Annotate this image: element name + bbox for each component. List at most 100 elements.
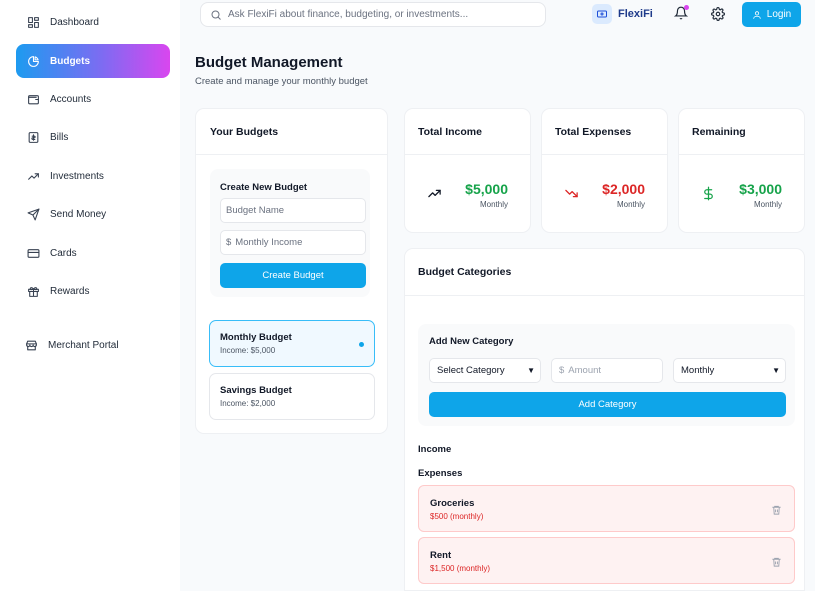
trash-icon[interactable] — [771, 503, 782, 515]
dollar-icon: $ — [226, 237, 232, 248]
selected-indicator — [359, 342, 364, 347]
sidebar-item-bills[interactable]: Bills — [16, 120, 170, 154]
brand-logo-icon — [592, 4, 612, 24]
frequency-select[interactable]: Monthly ▼ — [673, 358, 786, 383]
add-category-form: Add New Category Select Category ▼ $ Amo… — [418, 324, 795, 426]
monthly-income-placeholder: Monthly Income — [235, 237, 303, 248]
category-select-value: Select Category — [437, 365, 505, 376]
amount-placeholder: Amount — [568, 365, 602, 376]
total-expenses-card: Total Expenses $2,000 Monthly — [541, 108, 668, 233]
login-label: Login — [766, 9, 792, 20]
stat-title: Remaining — [692, 126, 746, 138]
sidebar-item-cards[interactable]: Cards — [16, 236, 170, 270]
search-bar[interactable] — [200, 2, 546, 27]
trending-down-icon — [564, 186, 580, 202]
credit-card-icon — [26, 246, 40, 260]
budget-item-income: Income: $2,000 — [220, 399, 276, 408]
sidebar-item-label: Send Money — [50, 208, 107, 220]
monthly-income-input[interactable]: $ Monthly Income — [220, 230, 366, 255]
divider — [405, 154, 530, 155]
your-budgets-card: Your Budgets Create New Budget Budget Na… — [195, 108, 388, 434]
dashboard-icon — [26, 15, 40, 29]
user-icon — [753, 10, 761, 19]
add-category-title: Add New Category — [429, 336, 514, 347]
settings-button[interactable] — [711, 7, 726, 22]
remaining-card: Remaining $3,000 Monthly — [678, 108, 805, 233]
create-budget-title: Create New Budget — [220, 182, 308, 193]
chevron-down-icon: ▼ — [772, 366, 780, 375]
sidebar-item-send-money[interactable]: Send Money — [16, 197, 170, 231]
page-subtitle: Create and manage your monthly budget — [195, 76, 368, 87]
stat-amount: $2,000 — [602, 181, 645, 197]
sidebar-item-label: Investments — [50, 170, 104, 182]
budget-item-income: Income: $5,000 — [220, 346, 276, 355]
gear-icon — [711, 7, 725, 21]
dollar-icon: $ — [559, 365, 565, 376]
send-icon — [26, 207, 40, 221]
sidebar-item-label: Cards — [50, 247, 77, 259]
sidebar-item-dashboard[interactable]: Dashboard — [16, 5, 170, 39]
income-section-label: Income — [418, 444, 452, 455]
budget-item-name: Monthly Budget — [220, 332, 292, 343]
notification-dot — [684, 5, 689, 10]
receipt-icon — [26, 130, 40, 144]
expense-item-groceries: Groceries $500 (monthly) — [418, 485, 795, 532]
search-input[interactable] — [228, 9, 528, 20]
stat-amount: $5,000 — [465, 181, 508, 197]
trending-up-icon — [26, 169, 40, 183]
trash-icon[interactable] — [771, 555, 782, 567]
notifications-button[interactable] — [673, 5, 690, 22]
search-icon — [211, 10, 221, 20]
merchant-portal-link[interactable]: Merchant Portal — [14, 328, 168, 362]
budget-item-monthly[interactable]: Monthly Budget Income: $5,000 — [209, 320, 375, 367]
expense-detail: $500 (monthly) — [430, 512, 484, 521]
budget-categories-title: Budget Categories — [418, 266, 512, 278]
category-select[interactable]: Select Category ▼ — [429, 358, 541, 383]
sidebar: Dashboard Budgets Accounts Bills Investm… — [0, 0, 180, 591]
sidebar-item-accounts[interactable]: Accounts — [16, 82, 170, 116]
divider — [405, 295, 804, 296]
divider — [542, 154, 667, 155]
sidebar-item-label: Budgets — [50, 55, 90, 67]
pie-chart-icon — [26, 54, 40, 68]
stat-title: Total Expenses — [555, 126, 632, 138]
sidebar-item-label: Accounts — [50, 93, 92, 105]
expense-name: Groceries — [430, 498, 475, 509]
wallet-icon — [26, 92, 40, 106]
page-title: Budget Management — [195, 54, 343, 71]
add-category-button[interactable]: Add Category — [429, 392, 786, 417]
brand[interactable]: FlexiFi — [592, 4, 653, 24]
expense-detail: $1,500 (monthly) — [430, 564, 491, 573]
create-budget-button[interactable]: Create Budget — [220, 263, 366, 288]
amount-input[interactable]: $ Amount — [551, 358, 663, 383]
budget-name-placeholder: Budget Name — [226, 205, 285, 216]
sidebar-item-investments[interactable]: Investments — [16, 159, 170, 193]
total-income-card: Total Income $5,000 Monthly — [404, 108, 531, 233]
stat-amount: $3,000 — [739, 181, 782, 197]
trending-up-icon — [427, 186, 443, 202]
stat-period: Monthly — [753, 200, 782, 209]
chevron-down-icon: ▼ — [527, 366, 535, 375]
expense-item-rent: Rent $1,500 (monthly) — [418, 537, 795, 584]
store-icon — [24, 338, 38, 352]
stat-title: Total Income — [418, 126, 482, 138]
sidebar-item-rewards[interactable]: Rewards — [16, 274, 170, 308]
login-button[interactable]: Login — [742, 2, 801, 27]
sidebar-item-label: Bills — [50, 131, 69, 143]
sidebar-item-budgets[interactable]: Budgets — [16, 44, 170, 78]
budget-categories-card: Budget Categories Add New Category Selec… — [404, 248, 805, 591]
gift-icon — [26, 284, 40, 298]
divider — [196, 154, 387, 155]
expense-name: Rent — [430, 550, 452, 561]
your-budgets-title: Your Budgets — [210, 126, 279, 138]
sidebar-item-label: Rewards — [50, 285, 90, 297]
create-budget-form: Create New Budget Budget Name $ Monthly … — [210, 169, 370, 297]
budget-item-name: Savings Budget — [220, 385, 292, 396]
brand-name: FlexiFi — [618, 8, 653, 20]
divider — [679, 154, 804, 155]
expenses-section-label: Expenses — [418, 468, 463, 479]
merchant-portal-label: Merchant Portal — [48, 339, 119, 351]
stat-period: Monthly — [616, 200, 645, 209]
budget-item-savings[interactable]: Savings Budget Income: $2,000 — [209, 373, 375, 420]
budget-name-input[interactable]: Budget Name — [220, 198, 366, 223]
